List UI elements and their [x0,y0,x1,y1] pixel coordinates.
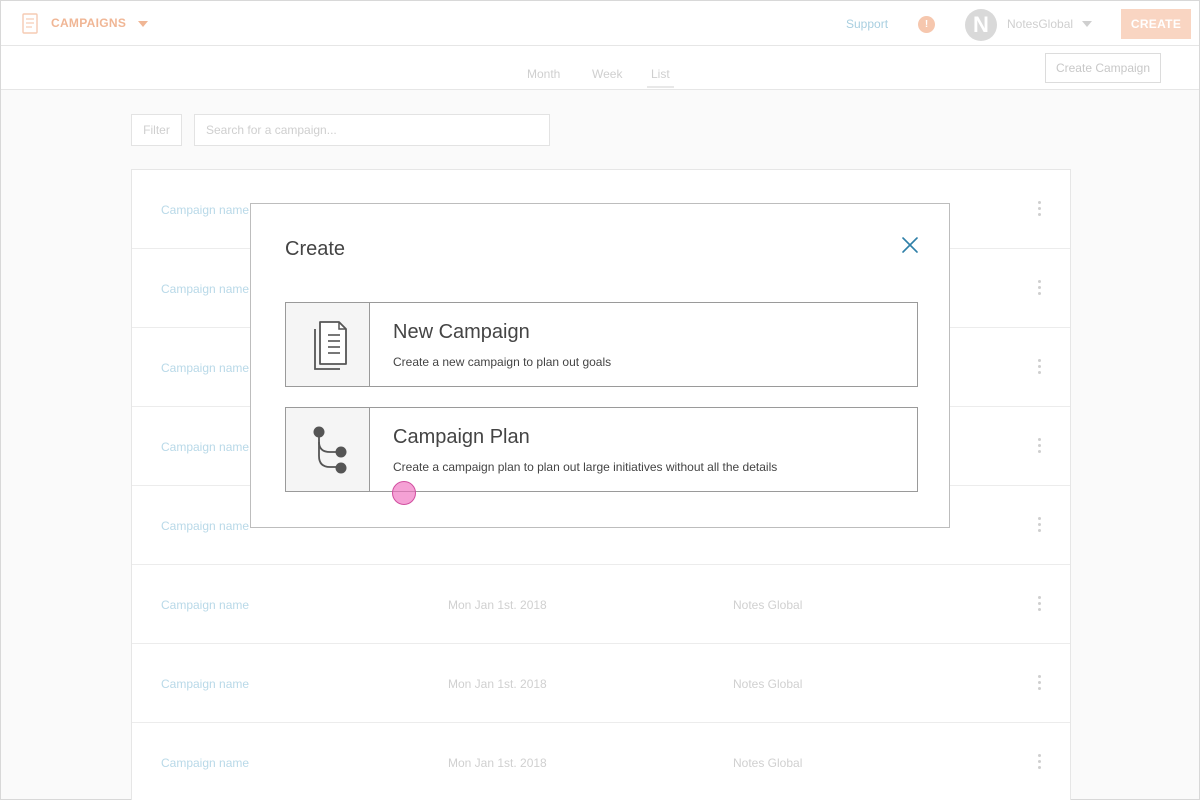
account-chevron-down-icon[interactable] [1082,21,1092,27]
option-title: Campaign Plan [393,426,530,448]
avatar[interactable]: N [965,9,997,41]
view-bar: Month Week List Create Campaign [1,46,1199,90]
campaign-name-link[interactable]: Campaign name [161,361,249,375]
branch-icon [313,426,347,474]
kebab-menu-icon[interactable] [1036,201,1042,219]
table-row[interactable]: Campaign name Mon Jan 1st. 2018 Notes Gl… [132,565,1070,644]
support-link[interactable]: Support [846,17,888,31]
campaign-doc-icon[interactable] [21,13,39,35]
filter-button[interactable]: Filter [131,114,182,146]
kebab-menu-icon[interactable] [1036,517,1042,535]
account-name[interactable]: NotesGlobal [1007,17,1073,31]
campaign-name-link[interactable]: Campaign name [161,282,249,296]
new-campaign-option[interactable]: New Campaign Create a new campaign to pl… [285,302,918,387]
document-stack-icon [314,321,347,370]
modal-title: Create [285,238,346,260]
tab-list[interactable]: List [647,67,674,88]
option-icon-panel [286,408,370,491]
option-icon-panel [286,303,370,386]
create-modal: Create New Campaign Create a new campaig… [250,203,950,528]
campaign-date: Mon Jan 1st. 2018 [448,598,547,612]
campaign-name-link[interactable]: Campaign name [161,756,249,770]
cursor-indicator [392,481,416,505]
option-description: Create a new campaign to plan out goals [393,355,612,369]
alert-badge[interactable]: ! [918,16,935,33]
campaign-name-link[interactable]: Campaign name [161,677,249,691]
kebab-menu-icon[interactable] [1036,675,1042,693]
chevron-down-icon[interactable] [138,21,148,27]
close-icon[interactable] [900,235,920,255]
table-row[interactable]: Campaign name Mon Jan 1st. 2018 Notes Gl… [132,723,1070,800]
kebab-menu-icon[interactable] [1036,438,1042,456]
top-bar: CAMPAIGNS Support ! N NotesGlobal CREATE [1,1,1199,46]
section-title[interactable]: CAMPAIGNS [51,16,126,30]
create-button[interactable]: CREATE [1121,9,1191,39]
campaign-owner: Notes Global [733,677,803,691]
campaign-name-link[interactable]: Campaign name [161,440,249,454]
campaign-owner: Notes Global [733,756,803,770]
create-campaign-button[interactable]: Create Campaign [1045,53,1161,83]
campaign-name-link[interactable]: Campaign name [161,519,249,533]
search-input[interactable] [194,114,550,146]
campaign-name-link[interactable]: Campaign name [161,598,249,612]
campaign-owner: Notes Global [733,598,803,612]
kebab-menu-icon[interactable] [1036,280,1042,298]
campaign-date: Mon Jan 1st. 2018 [448,677,547,691]
kebab-menu-icon[interactable] [1036,754,1042,772]
tab-month[interactable]: Month [527,67,560,81]
tab-week[interactable]: Week [592,67,622,81]
option-description: Create a campaign plan to plan out large… [393,460,778,474]
table-row[interactable]: Campaign name Mon Jan 1st. 2018 Notes Gl… [132,644,1070,723]
campaign-date: Mon Jan 1st. 2018 [448,756,547,770]
campaign-plan-option[interactable]: Campaign Plan Create a campaign plan to … [285,407,918,492]
option-title: New Campaign [393,321,530,343]
campaign-name-link[interactable]: Campaign name [161,203,249,217]
kebab-menu-icon[interactable] [1036,596,1042,614]
kebab-menu-icon[interactable] [1036,359,1042,377]
